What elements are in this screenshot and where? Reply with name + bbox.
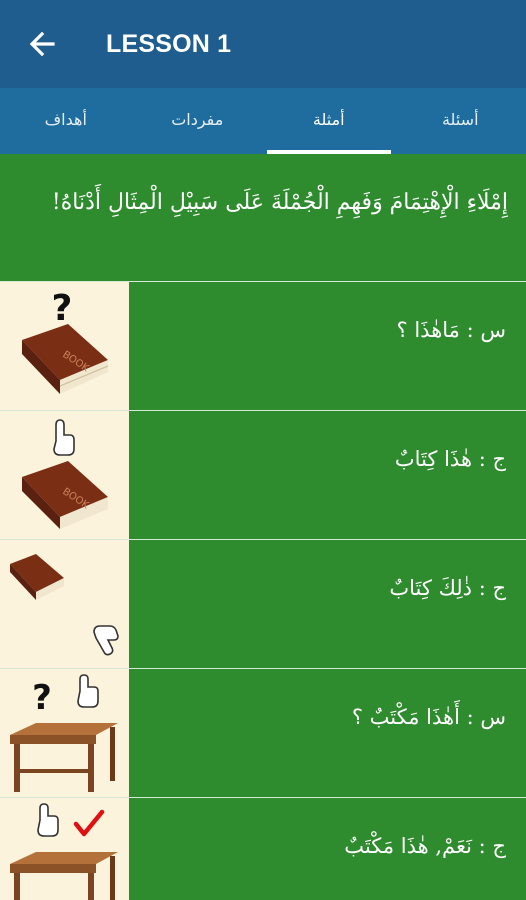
desk-icon [10,852,118,900]
pointing-hand-icon [93,625,119,656]
checkmark-icon [73,809,105,837]
book-icon: BOOK [22,461,108,529]
example-sentence: ج : ذٰلِكَ كِتَابٌ [389,576,506,600]
svg-text:?: ? [52,288,73,329]
list-item[interactable]: ج : ذٰلِكَ كِتَابٌ [0,540,526,669]
list-item[interactable]: ? BOOK س : مَاهٰذَا ؟ [0,282,526,411]
example-sentence: ج : هٰذَا كِتَابٌ [394,447,506,471]
example-image: ? BOOK [0,282,129,410]
tab-examples[interactable]: أمثلة [263,88,395,154]
example-sentence: س : أَهٰذَا مَكْتَبٌ ؟ [351,705,506,729]
arrow-left-icon [29,31,55,57]
book-icon [10,554,64,600]
tab-bar: أسئلة أمثلة مفردات أهداف [0,88,526,154]
question-mark-icon: ? [52,288,73,329]
svg-text:?: ? [32,678,52,718]
example-image [0,540,129,668]
example-sentence: ج : نَعَمْ, هٰذَا مَكْتَبٌ [344,834,506,858]
tab-vocabulary[interactable]: مفردات [132,88,264,154]
lesson-content: إِمْلَاءِ الْإِهْتِمَامَ وَفَهِمِ الْجُم… [0,154,526,900]
example-image: ? [0,669,129,797]
list-item[interactable]: ج : نَعَمْ, هٰذَا مَكْتَبٌ [0,798,526,900]
tab-questions[interactable]: أسئلة [395,88,526,154]
pointing-hand-icon [53,419,75,456]
back-button[interactable] [0,0,84,88]
list-item[interactable]: ? س : أَهٰذَا مَكْتَبٌ ؟ [0,669,526,798]
page-title: LESSON 1 [106,29,232,58]
tab-objectives[interactable]: أهداف [0,88,132,154]
example-sentence: س : مَاهٰذَا ؟ [396,318,506,342]
pointing-hand-icon [77,674,99,708]
pointing-hand-icon [37,803,59,837]
example-image: BOOK [0,411,129,539]
question-mark-icon: ? [32,678,52,718]
example-image [0,798,129,900]
list-item[interactable]: BOOK ج : هٰذَا كِتَابٌ [0,411,526,540]
book-icon: BOOK [22,324,109,394]
intro-text: إِمْلَاءِ الْإِهْتِمَامَ وَفَهِمِ الْجُم… [0,154,526,282]
desk-icon [10,723,118,792]
app-bar: LESSON 1 [0,0,526,88]
